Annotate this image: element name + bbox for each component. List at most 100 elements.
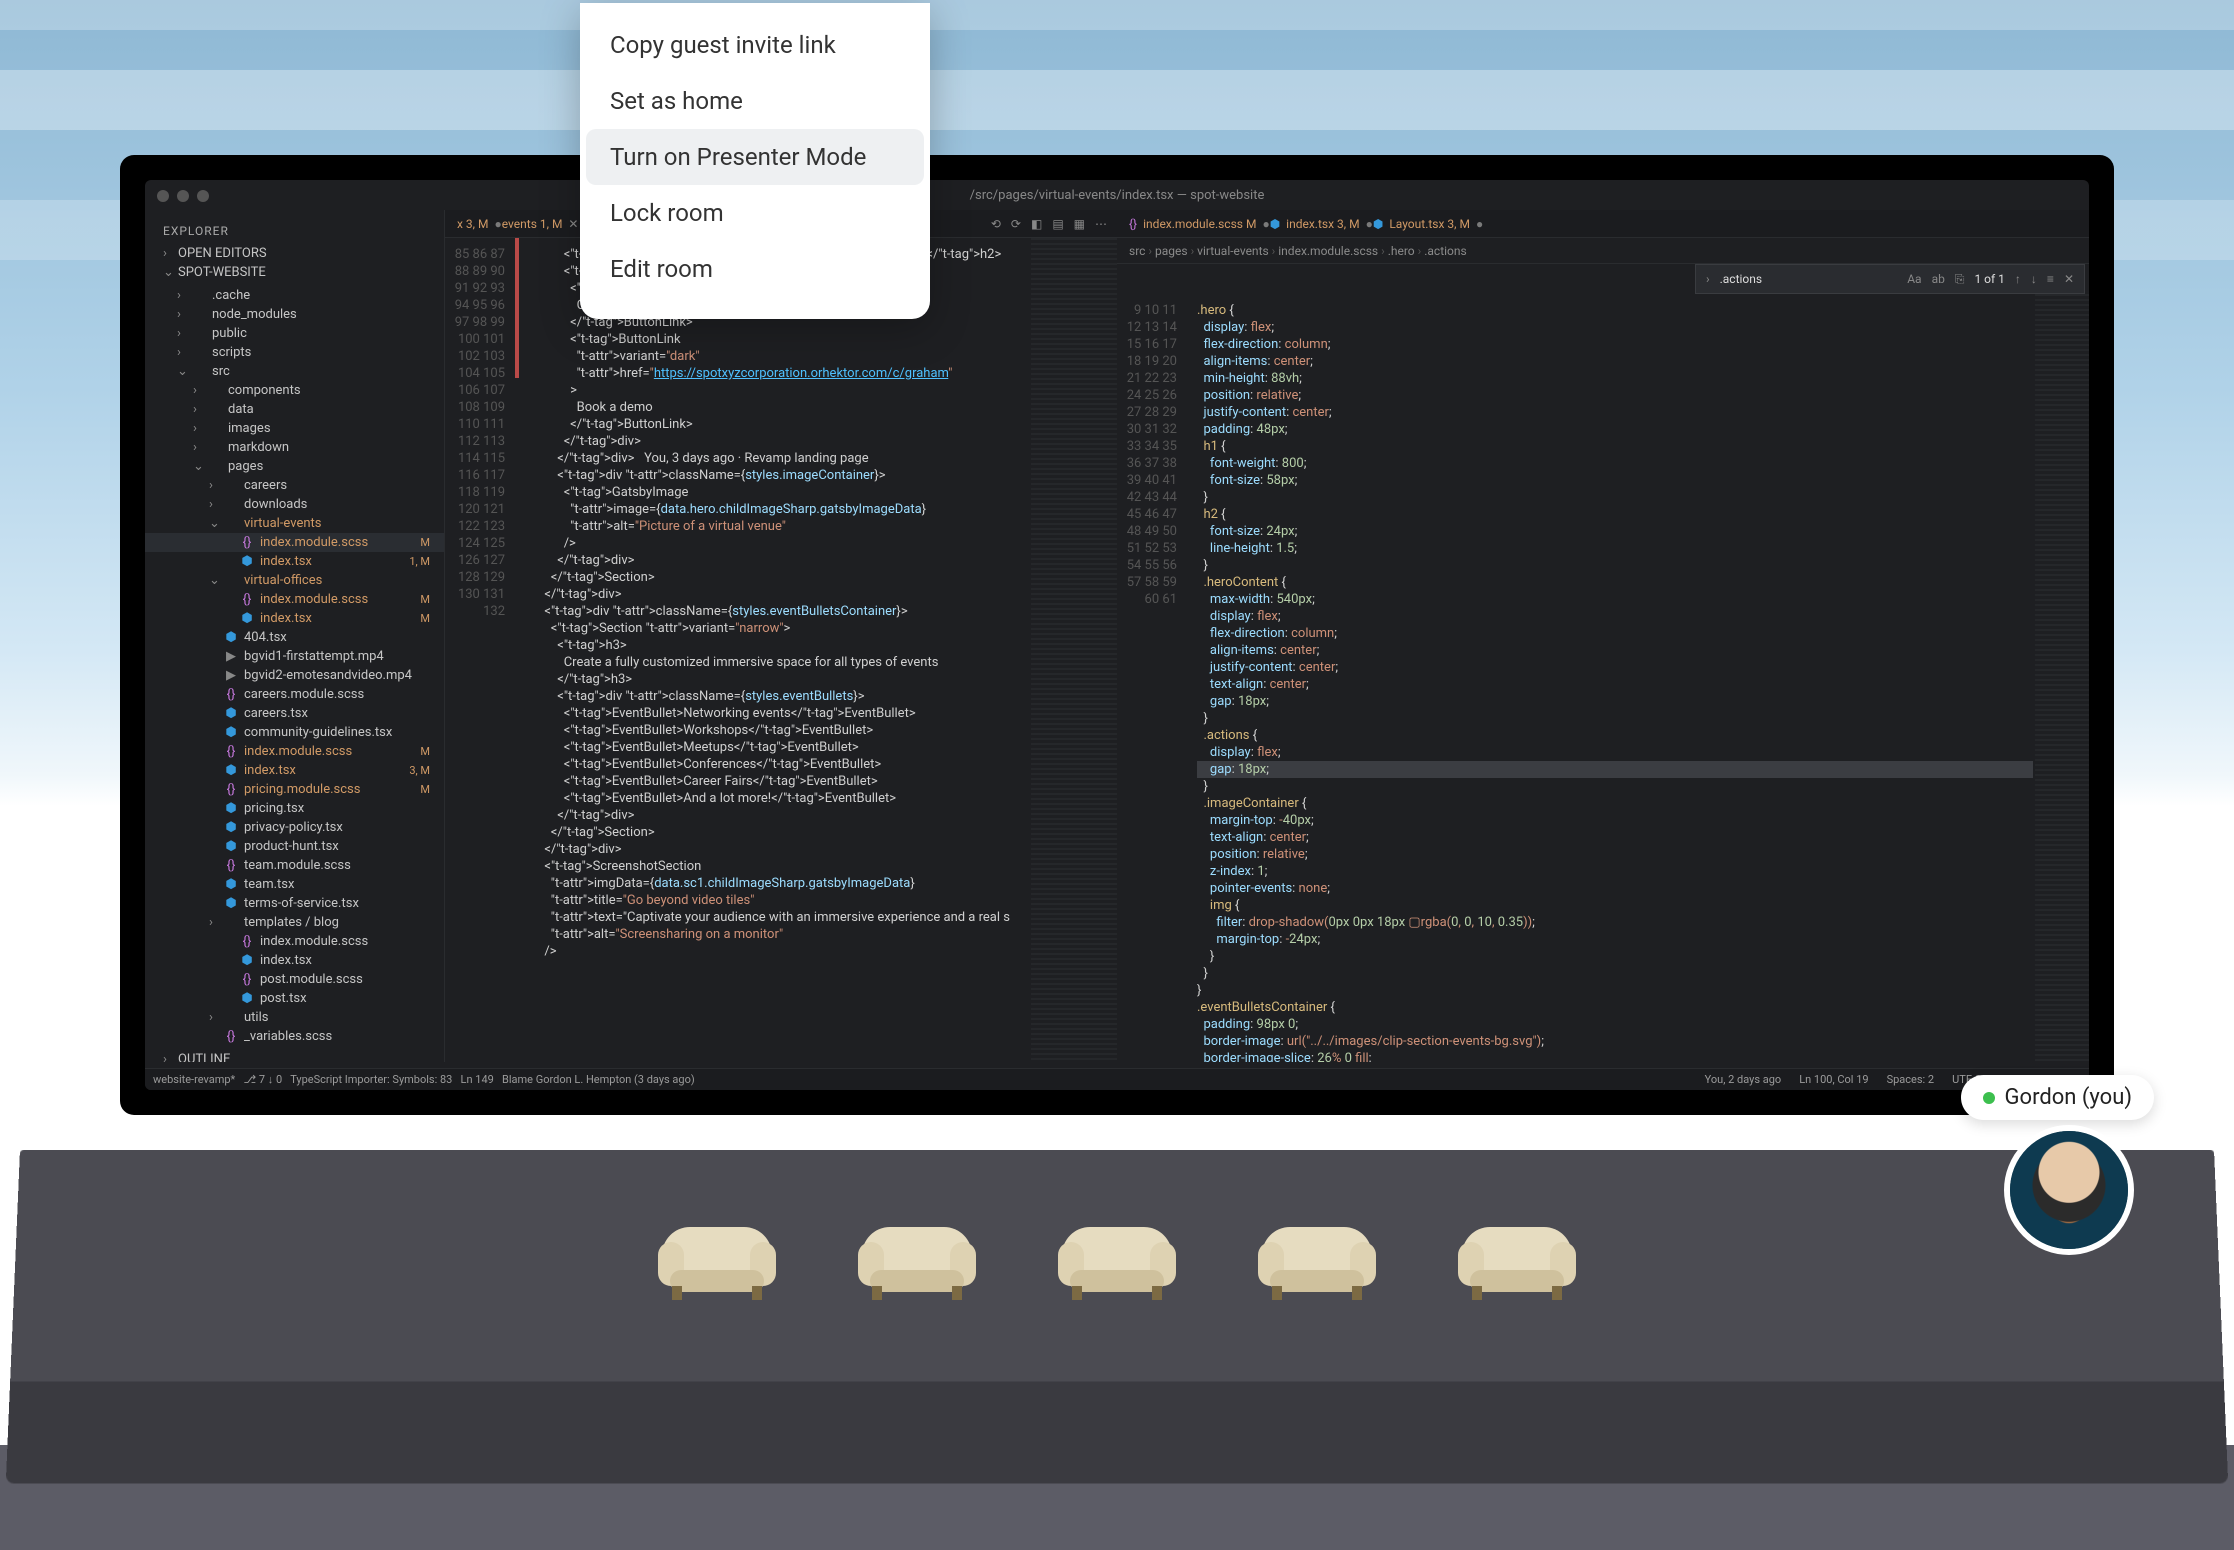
editor-tab[interactable]: {}index.module.scss M● [1129,217,1270,231]
tree-item[interactable]: ⌄virtual-offices [145,571,444,590]
status-item[interactable]: ⎇ 7 ↓ 0 [243,1073,282,1086]
line-gutter: 9 10 11 12 13 14 15 16 17 18 19 20 21 22… [1117,294,1187,1062]
section-outline[interactable]: ›OUTLINE [145,1050,444,1062]
breadcrumb-seg[interactable]: .hero [1388,244,1415,258]
tree-item[interactable]: ⬢index.tsx3, M [145,761,444,780]
tree-item[interactable]: {}team.module.scss [145,856,444,875]
tree-item[interactable]: ›images [145,419,444,438]
go-back-icon[interactable]: ⟲ [991,217,1001,231]
code-body-right[interactable]: .hero { display: flex; flex-direction: c… [1197,294,2033,1062]
breadcrumb-seg[interactable]: .actions [1424,244,1466,258]
editor-tab[interactable]: events 1, M✕ [502,217,579,231]
tree-item[interactable]: {}careers.module.scss [145,685,444,704]
find-bar[interactable]: › .actions Aa ab ⎘ 1 of 1 ↑ ↓ ≡ ✕ [1695,264,2085,294]
tree-item[interactable]: {}index.module.scssM [145,742,444,761]
explorer-header: EXPLORER [145,218,444,244]
tree-item[interactable]: ›templates / blog [145,913,444,932]
tree-item[interactable]: ›scripts [145,343,444,362]
go-forward-icon[interactable]: ⟳ [1011,217,1021,231]
section-workspace[interactable]: ⌄SPOT-WEBSITE [145,263,444,282]
tree-item[interactable]: ⬢team.tsx [145,875,444,894]
match-case-icon[interactable]: Aa [1907,272,1921,286]
regex-icon[interactable]: ⎘ [1955,272,1965,287]
status-item[interactable]: Ln 149 [461,1073,494,1086]
tree-item[interactable]: {}index.module.scssM [145,590,444,609]
tree-item[interactable]: {}_variables.scss [145,1027,444,1046]
tree-item[interactable]: ⬢404.tsx [145,628,444,647]
next-match-icon[interactable]: ↓ [2031,272,2037,286]
tree-item[interactable]: ▶bgvid1-firstattempt.mp4 [145,647,444,666]
tree-item[interactable]: ⌄src [145,362,444,381]
tree-item[interactable]: ⬢pricing.tsx [145,799,444,818]
tree-item[interactable]: ⬢careers.tsx [145,704,444,723]
find-input[interactable]: .actions [1720,272,1898,286]
user-presence-pill[interactable]: Gordon (you) [1961,1075,2154,1120]
room-context-menu[interactable]: Copy guest invite linkSet as homeTurn on… [580,3,930,319]
file-explorer[interactable]: EXPLORER ›OPEN EDITORS ⌄SPOT-WEBSITE ›.c… [145,210,445,1062]
tree-item[interactable]: ⬢product-hunt.tsx [145,837,444,856]
minimap[interactable] [2035,294,2089,1062]
tree-item[interactable]: {}pricing.module.scssM [145,780,444,799]
code-body-left[interactable]: <"t-tag">h2>Create an experience your au… [525,238,1061,1062]
tree-item[interactable]: ›downloads [145,495,444,514]
tree-item[interactable]: ⌄pages [145,457,444,476]
tree-item[interactable]: ›.cache [145,286,444,305]
tree-item[interactable]: ⬢privacy-policy.tsx [145,818,444,837]
editor-tab[interactable]: ⬢Layout.tsx 3, M● [1373,217,1483,231]
status-item[interactable]: Spaces: 2 [1887,1073,1935,1086]
tree-item[interactable]: ⌄virtual-events [145,514,444,533]
editor-tabs-right[interactable]: {}index.module.scss M●⬢index.tsx 3, M●⬢L… [1117,210,2089,238]
breadcrumb-seg[interactable]: src [1129,244,1145,258]
user-avatar[interactable] [2004,1125,2134,1255]
tree-item[interactable]: ⬢index.tsx [145,951,444,970]
code-editor: /src/pages/virtual-events/index.tsx — sp… [145,180,2089,1090]
split-editor-icon[interactable]: ▤ [1052,217,1063,231]
tree-item[interactable]: ⬢index.tsx1, M [145,552,444,571]
menu-item[interactable]: Edit room [586,241,924,297]
file-tree[interactable]: ›.cache›node_modules›public›scripts⌄src›… [145,282,444,1050]
minimap[interactable] [1031,238,1117,1062]
code-pane-left[interactable]: 85 86 87 88 89 90 91 92 93 94 95 96 97 9… [445,238,1117,1062]
editor-tab[interactable]: ⬢index.tsx 3, M● [1270,217,1373,231]
tree-item[interactable]: ⬢terms-of-service.tsx [145,894,444,913]
tree-item[interactable]: ▶bgvid2-emotesandvideo.mp4 [145,666,444,685]
side-by-side-icon[interactable]: ◧ [1031,217,1042,231]
menu-item[interactable]: Set as home [586,73,924,129]
code-pane-right[interactable]: 9 10 11 12 13 14 15 16 17 18 19 20 21 22… [1117,294,2089,1062]
chevron-right-icon[interactable]: › [1706,272,1710,286]
status-item[interactable]: Ln 100, Col 19 [1799,1073,1868,1086]
tree-item[interactable]: ›utils [145,1008,444,1027]
breadcrumb[interactable]: src › pages › virtual-events › index.mod… [1117,238,2089,264]
status-item[interactable]: website-revamp* [153,1073,235,1086]
tree-item[interactable]: {}index.module.scss [145,932,444,951]
breadcrumb-seg[interactable]: virtual-events [1197,244,1269,258]
match-word-icon[interactable]: ab [1932,272,1945,286]
menu-item[interactable]: Turn on Presenter Mode [586,129,924,185]
tree-item[interactable]: ›node_modules [145,305,444,324]
tree-item[interactable]: ›data [145,400,444,419]
status-item[interactable]: You, 2 days ago [1705,1073,1782,1086]
tree-item[interactable]: {}post.module.scss [145,970,444,989]
section-open-editors[interactable]: ›OPEN EDITORS [145,244,444,263]
layout-icon[interactable]: ▦ [1074,217,1085,231]
breadcrumb-seg[interactable]: index.module.scss [1278,244,1378,258]
menu-item[interactable]: Copy guest invite link [586,17,924,73]
close-find-icon[interactable]: ✕ [2064,272,2074,286]
tree-item[interactable]: ›components [145,381,444,400]
status-bar[interactable]: website-revamp* ⎇ 7 ↓ 0 TypeScript Impor… [145,1068,2089,1090]
status-item[interactable]: TypeScript Importer: Symbols: 83 [290,1073,452,1086]
tree-item[interactable]: ›careers [145,476,444,495]
breadcrumb-seg[interactable]: pages [1155,244,1188,258]
tree-item[interactable]: ⬢index.tsxM [145,609,444,628]
tree-item[interactable]: ›public [145,324,444,343]
tree-item[interactable]: ⬢post.tsx [145,989,444,1008]
tree-item[interactable]: ›markdown [145,438,444,457]
tree-item[interactable]: {}index.module.scssM [145,533,444,552]
find-in-selection-icon[interactable]: ≡ [2047,272,2054,286]
editor-tab[interactable]: x 3, M● [457,217,502,231]
menu-item[interactable]: Lock room [586,185,924,241]
more-icon[interactable]: ⋯ [1095,217,1107,231]
tree-item[interactable]: ⬢community-guidelines.tsx [145,723,444,742]
prev-match-icon[interactable]: ↑ [2015,272,2021,286]
status-item[interactable]: Blame Gordon L. Hempton (3 days ago) [502,1073,695,1086]
